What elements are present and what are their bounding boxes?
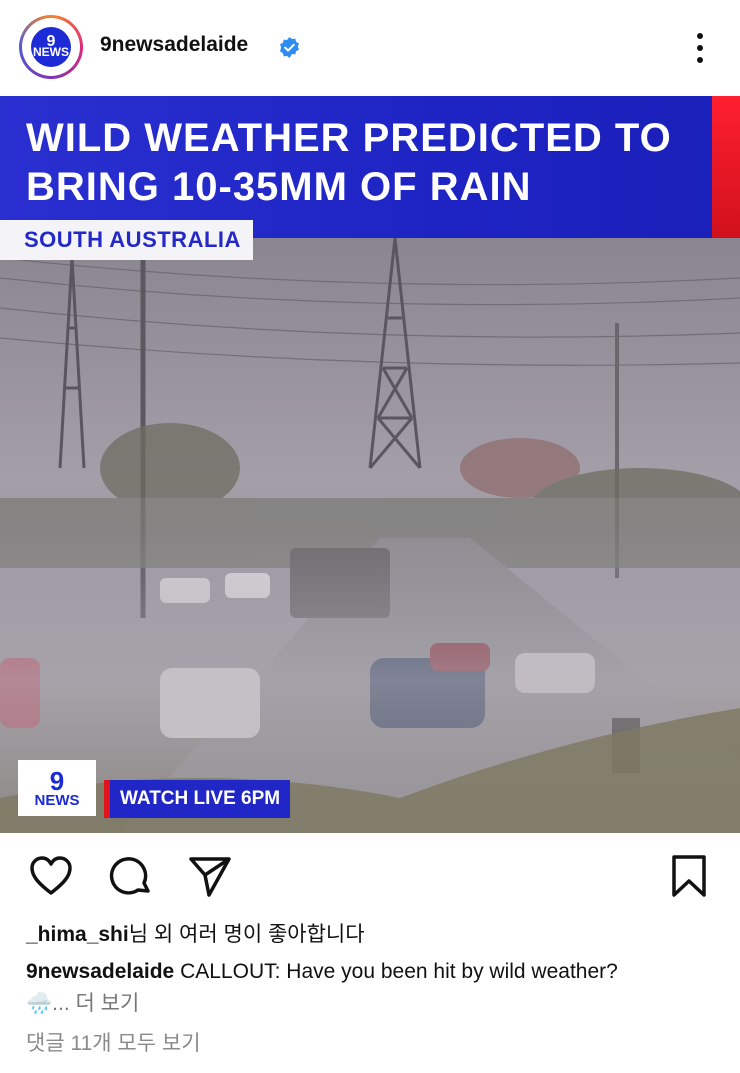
banner-accent xyxy=(712,96,740,238)
storm-road-photo xyxy=(0,237,740,833)
avatar-logo: 9 NEWS xyxy=(31,27,71,67)
comment-icon[interactable] xyxy=(108,853,154,899)
rain-emoji: 🌧️ xyxy=(26,992,53,1015)
headline-banner: WILD WEATHER PREDICTED TO BRING 10-35MM … xyxy=(0,96,740,238)
send-icon[interactable] xyxy=(187,853,233,899)
logo-text: NEWS xyxy=(34,792,80,809)
watch-live-label: WATCH LIVE 6PM xyxy=(104,780,291,818)
see-more-link[interactable]: 더 보기 xyxy=(76,992,140,1015)
headline-text: WILD WEATHER PREDICTED TO BRING 10-35MM … xyxy=(26,116,672,209)
likes-summary[interactable]: _hima_shi님 외 여러 명이 좋아합니다 xyxy=(26,918,365,948)
post-username[interactable]: 9newsadelaide xyxy=(100,33,248,57)
post-media[interactable]: WILD WEATHER PREDICTED TO BRING 10-35MM … xyxy=(0,96,740,833)
caption-username[interactable]: 9newsadelaide xyxy=(26,960,174,983)
region-label: SOUTH AUSTRALIA xyxy=(0,220,253,260)
caption-ellipsis: ... xyxy=(52,992,76,1015)
post-actions xyxy=(0,833,740,917)
avatar-logo-text: NEWS xyxy=(33,45,69,59)
post-caption: 9newsadelaide CALLOUT: Have you been hit… xyxy=(26,956,716,1020)
photo-scene xyxy=(0,237,740,833)
avatar[interactable]: 9 NEWS xyxy=(19,15,83,79)
liked-by-user[interactable]: _hima_shi xyxy=(26,923,129,946)
bookmark-icon[interactable] xyxy=(666,853,712,899)
avatar-ring: 9 NEWS xyxy=(22,18,80,76)
heart-icon[interactable] xyxy=(28,853,74,899)
verified-badge-icon xyxy=(280,36,299,59)
view-all-comments-link[interactable]: 댓글 11개 모두 보기 xyxy=(26,1027,201,1057)
caption-text: CALLOUT: Have you been hit by wild weath… xyxy=(174,960,618,983)
likes-text: 님 외 여러 명이 좋아합니다 xyxy=(128,923,365,946)
post-header: 9 NEWS 9newsadelaide xyxy=(0,0,740,96)
more-options-icon[interactable] xyxy=(690,30,710,66)
logo-number: 9 xyxy=(49,766,65,796)
nine-news-logo: 9 NEWS xyxy=(18,760,96,816)
